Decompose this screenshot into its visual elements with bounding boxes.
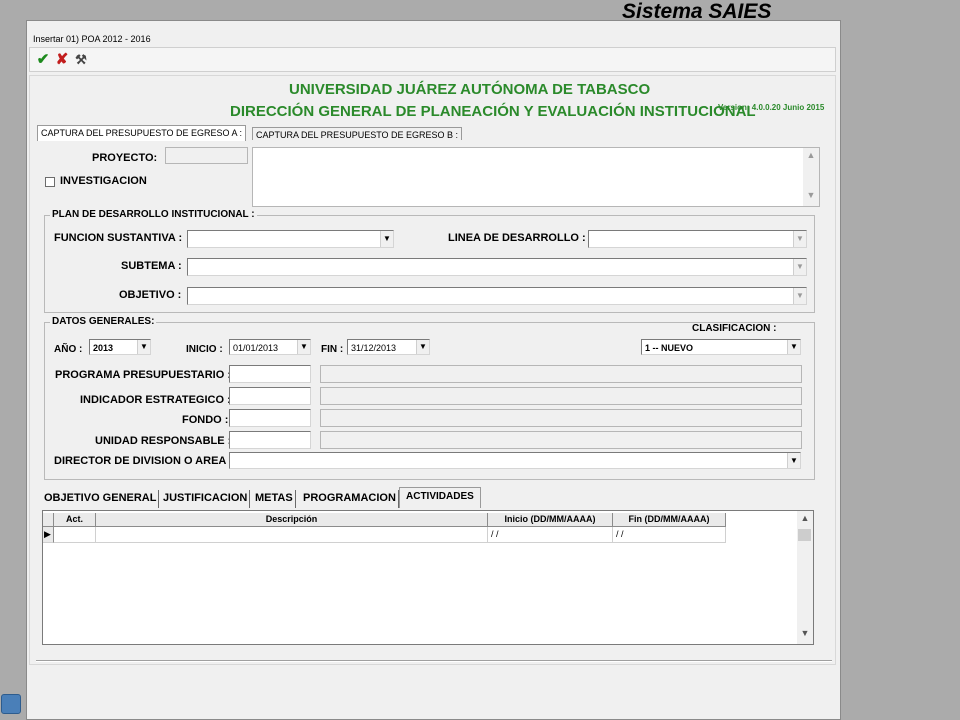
inicio-date[interactable]: 01/01/2013 ▼	[229, 339, 311, 355]
proyecto-label: PROYECTO:	[92, 152, 158, 164]
column-header-inicio[interactable]: Inicio (DD/MM/AAAA)	[488, 513, 613, 527]
indicador-label: INDICADOR ESTRATEGICO :	[80, 394, 231, 406]
grid-scrollbar[interactable]: ▲ ▼	[797, 511, 813, 644]
programa-desc-field	[320, 365, 802, 383]
actividades-grid[interactable]: Act. Descripción Inicio (DD/MM/AAAA) Fin…	[42, 510, 814, 645]
fondo-desc-field	[320, 409, 802, 427]
tab-justificacion[interactable]: JUSTIFICACION	[161, 490, 251, 508]
tab-objetivo-general[interactable]: OBJETIVO GENERAL	[42, 490, 160, 508]
anio-value: 2013	[93, 343, 114, 353]
table-cell-fin[interactable]: / /	[613, 527, 726, 543]
clasificacion-value: 1 -- NUEVO	[645, 343, 694, 353]
version-label: Version: 4.0.0.20 Junio 2015	[718, 103, 825, 112]
proyecto-field[interactable]	[165, 147, 248, 164]
university-title: UNIVERSIDAD JUÁREZ AUTÓNOMA DE TABASCO	[289, 81, 651, 98]
column-header-fin[interactable]: Fin (DD/MM/AAAA)	[613, 513, 726, 527]
clasificacion-select[interactable]: 1 -- NUEVO ▼	[641, 339, 801, 355]
chevron-down-icon[interactable]: ▼	[793, 231, 806, 247]
direction-title: DIRECCIÓN GENERAL DE PLANEACIÓN Y EVALUA…	[230, 103, 756, 120]
window-title: Insertar 01) POA 2012 - 2016	[33, 34, 151, 44]
subtema-label: SUBTEMA :	[121, 260, 182, 272]
chevron-down-icon[interactable]: ▼	[297, 340, 310, 354]
cancel-x-icon[interactable]: ✘	[53, 51, 71, 69]
fin-label: FIN :	[321, 344, 344, 355]
table-cell-inicio[interactable]: / /	[488, 527, 613, 543]
fondo-code-field[interactable]	[229, 409, 311, 427]
column-header-act[interactable]: Act.	[54, 513, 96, 527]
tab-captura-a[interactable]: CAPTURA DEL PRESUPUESTO DE EGRESO A :	[37, 125, 247, 141]
programa-label: PROGRAMA PRESUPUESTARIO :	[55, 369, 232, 381]
title-bar: Insertar 01) POA 2012 - 2016	[27, 21, 840, 47]
chevron-down-icon[interactable]: ▼	[793, 288, 806, 304]
chevron-down-icon[interactable]: ▼	[380, 231, 393, 247]
inicio-value: 01/01/2013	[233, 343, 279, 353]
check-icon[interactable]: ✔	[34, 51, 52, 69]
fin-date[interactable]: 31/12/2013 ▼	[347, 339, 430, 355]
objetivo-label: OBJETIVO :	[119, 289, 182, 301]
row-pointer-icon: ▶	[43, 527, 54, 543]
tab-programacion[interactable]: PROGRAMACION	[301, 490, 399, 508]
indicador-desc-field	[320, 387, 802, 405]
table-cell-descripcion[interactable]	[96, 527, 488, 543]
app-taskbar-icon[interactable]	[1, 694, 21, 714]
general-group-title: DATOS GENERALES:	[50, 316, 157, 327]
programa-code-field[interactable]	[229, 365, 311, 383]
scroll-thumb[interactable]	[798, 529, 811, 541]
chevron-down-icon[interactable]: ▼	[137, 340, 150, 354]
investigacion-label: INVESTIGACION	[60, 175, 147, 187]
fin-value: 31/12/2013	[351, 343, 397, 353]
app-banner: Sistema SAIES	[622, 0, 772, 23]
anio-label: AÑO :	[54, 344, 83, 355]
objetivo-select[interactable]: ▼	[187, 287, 807, 305]
tab-actividades[interactable]: ACTIVIDADES	[399, 487, 481, 508]
linea-select[interactable]: ▼	[588, 230, 807, 248]
scroll-up-arrow-icon[interactable]: ▲	[803, 150, 819, 164]
separator-line	[36, 660, 832, 662]
tool-icon[interactable]: ⚒	[72, 51, 90, 69]
unidad-desc-field	[320, 431, 802, 449]
indicador-code-field[interactable]	[229, 387, 311, 405]
column-header-descripcion[interactable]: Descripción	[96, 513, 488, 527]
clasificacion-label: CLASIFICACION :	[692, 323, 777, 334]
scroll-down-arrow-icon[interactable]: ▼	[803, 190, 819, 204]
director-label: DIRECTOR DE DIVISION O AREA	[54, 455, 227, 467]
memo-scrollbar[interactable]: ▲ ▼	[803, 148, 819, 206]
table-cell-act[interactable]	[54, 527, 96, 543]
investigacion-checkbox[interactable]	[45, 177, 55, 187]
chevron-down-icon[interactable]: ▼	[787, 453, 800, 468]
plan-group-title: PLAN DE DESARROLLO INSTITUCIONAL :	[50, 209, 257, 220]
tab-metas[interactable]: METAS	[253, 490, 296, 508]
anio-select[interactable]: 2013 ▼	[89, 339, 151, 355]
project-description-memo[interactable]: ▲ ▼	[252, 147, 820, 207]
toolbar: ✔ ✘ ⚒	[29, 47, 836, 72]
funcion-select[interactable]: ▼	[187, 230, 394, 248]
unidad-code-field[interactable]	[229, 431, 311, 449]
inicio-label: INICIO :	[186, 344, 223, 355]
chevron-down-icon[interactable]: ▼	[787, 340, 800, 354]
funcion-label: FUNCION SUSTANTIVA :	[54, 232, 183, 244]
row-indicator-header	[43, 513, 54, 527]
fondo-label: FONDO :	[182, 414, 229, 426]
chevron-down-icon[interactable]: ▼	[416, 340, 429, 354]
chevron-down-icon[interactable]: ▼	[793, 259, 806, 275]
unidad-label: UNIDAD RESPONSABLE :	[95, 435, 232, 447]
scroll-down-arrow-icon[interactable]: ▼	[797, 628, 813, 642]
subtema-select[interactable]: ▼	[187, 258, 807, 276]
director-select[interactable]: ▼	[229, 452, 801, 469]
tab-captura-b[interactable]: CAPTURA DEL PRESUPUESTO DE EGRESO B :	[252, 127, 463, 141]
scroll-up-arrow-icon[interactable]: ▲	[797, 513, 813, 527]
linea-label: LINEA DE DESARROLLO :	[448, 232, 586, 244]
